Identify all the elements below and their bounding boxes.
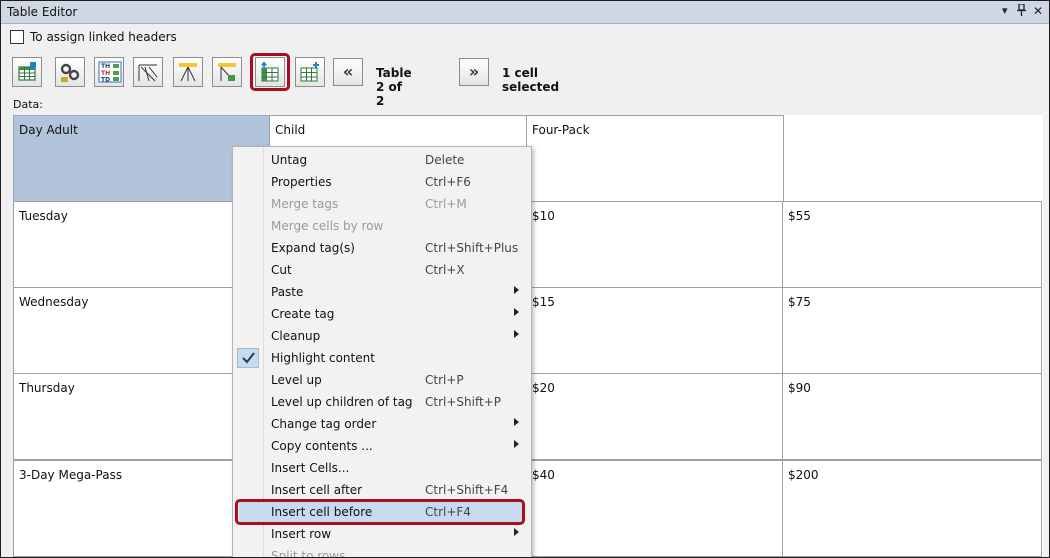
submenu-arrow-icon: [514, 528, 519, 536]
close-icon[interactable]: ✕: [1033, 4, 1043, 18]
checkmark-icon: [237, 348, 259, 368]
menu-item-untag[interactable]: Untag Delete: [233, 149, 531, 171]
column-header-button[interactable]: [133, 57, 163, 87]
assign-linked-headers-label: To assign linked headers: [30, 30, 177, 44]
menu-item-cleanup[interactable]: Cleanup: [233, 325, 531, 347]
table-counter: Table 2 of 2: [376, 66, 412, 108]
submenu-arrow-icon: [514, 286, 519, 294]
row-header-icon: [179, 63, 197, 82]
assign-linked-headers-checkbox[interactable]: [10, 30, 24, 44]
insert-row-button[interactable]: [295, 57, 325, 87]
menu-item-split-to-rows: Split to rows: [271, 549, 346, 558]
insert-row-icon: [300, 62, 319, 82]
assign-linked-headers-option[interactable]: To assign linked headers: [10, 29, 177, 45]
pin-icon[interactable]: [1017, 3, 1026, 19]
menu-item-insert-cell-after[interactable]: Insert cell after Ctrl+Shift+F4: [233, 479, 531, 501]
th-td-icon: TH TH TD: [98, 61, 122, 83]
menu-item-copy-contents[interactable]: Copy contents ...: [233, 435, 531, 457]
link-cells-icon: [60, 63, 80, 82]
menu-item-expand-tags[interactable]: Expand tag(s) Ctrl+Shift+Plus: [233, 237, 531, 259]
submenu-arrow-icon: [514, 330, 519, 338]
window-title: Table Editor: [7, 5, 78, 19]
menu-item-paste[interactable]: Paste: [233, 281, 531, 303]
menu-item-merge-tags: Merge tags Ctrl+M: [271, 197, 467, 211]
menu-item-highlight-content[interactable]: Highlight content: [233, 347, 531, 369]
table-grid-button[interactable]: [12, 57, 42, 87]
svg-text:TH: TH: [101, 63, 110, 70]
menu-item-cut[interactable]: Cut Ctrl+X: [233, 259, 531, 281]
table-cell[interactable]: $90: [782, 373, 1042, 460]
table-cell[interactable]: $10: [526, 201, 783, 288]
selection-status: 1 cell selected: [502, 66, 560, 94]
previous-table-button[interactable]: «: [333, 58, 363, 86]
th-td-button[interactable]: TH TH TD: [94, 57, 124, 87]
assign-scope-button[interactable]: [212, 57, 242, 87]
next-table-button[interactable]: »: [459, 58, 489, 86]
toolbar-highlight-annotation: [250, 53, 290, 91]
table-cell[interactable]: $15: [526, 287, 783, 374]
table-cell[interactable]: $75: [782, 287, 1042, 374]
table-cell[interactable]: Four-Pack: [526, 115, 784, 202]
menu-item-properties[interactable]: Properties Ctrl+F6: [233, 171, 531, 193]
menu-item-level-up[interactable]: Level up Ctrl+P: [233, 369, 531, 391]
menu-item-change-tag-order[interactable]: Change tag order: [233, 413, 531, 435]
table-editor-window: Table Editor ▾ ✕ To assign linked header…: [0, 0, 1050, 558]
table-cell[interactable]: $40: [526, 460, 783, 557]
menu-item-insert-cells[interactable]: Insert Cells...: [233, 457, 531, 479]
submenu-arrow-icon: [514, 418, 519, 426]
row-header-button[interactable]: [173, 57, 203, 87]
menu-highlight-annotation: [235, 499, 525, 525]
svg-text:TD: TD: [101, 77, 110, 84]
table-cell[interactable]: $55: [782, 201, 1042, 288]
table-grid-icon: [18, 62, 36, 81]
assign-scope-icon: [218, 63, 236, 81]
title-bar: Table Editor ▾ ✕: [1, 1, 1049, 24]
link-cells-button[interactable]: [55, 57, 85, 87]
menu-item-level-up-children[interactable]: Level up children of tag Ctrl+Shift+P: [233, 391, 531, 413]
menu-item-merge-cells-by-row: Merge cells by row: [271, 219, 384, 233]
submenu-arrow-icon: [514, 308, 519, 316]
menu-item-insert-row[interactable]: Insert row: [233, 523, 531, 545]
context-menu: Untag Delete Properties Ctrl+F6 Merge ta…: [232, 146, 532, 558]
table-cell[interactable]: $200: [782, 460, 1042, 557]
data-label: Data:: [13, 98, 43, 111]
menu-item-create-tag[interactable]: Create tag: [233, 303, 531, 325]
submenu-arrow-icon: [514, 440, 519, 448]
table-cell[interactable]: $20: [526, 373, 783, 460]
column-header-icon: [138, 64, 158, 82]
dropdown-arrow-icon[interactable]: ▾: [1002, 4, 1008, 17]
